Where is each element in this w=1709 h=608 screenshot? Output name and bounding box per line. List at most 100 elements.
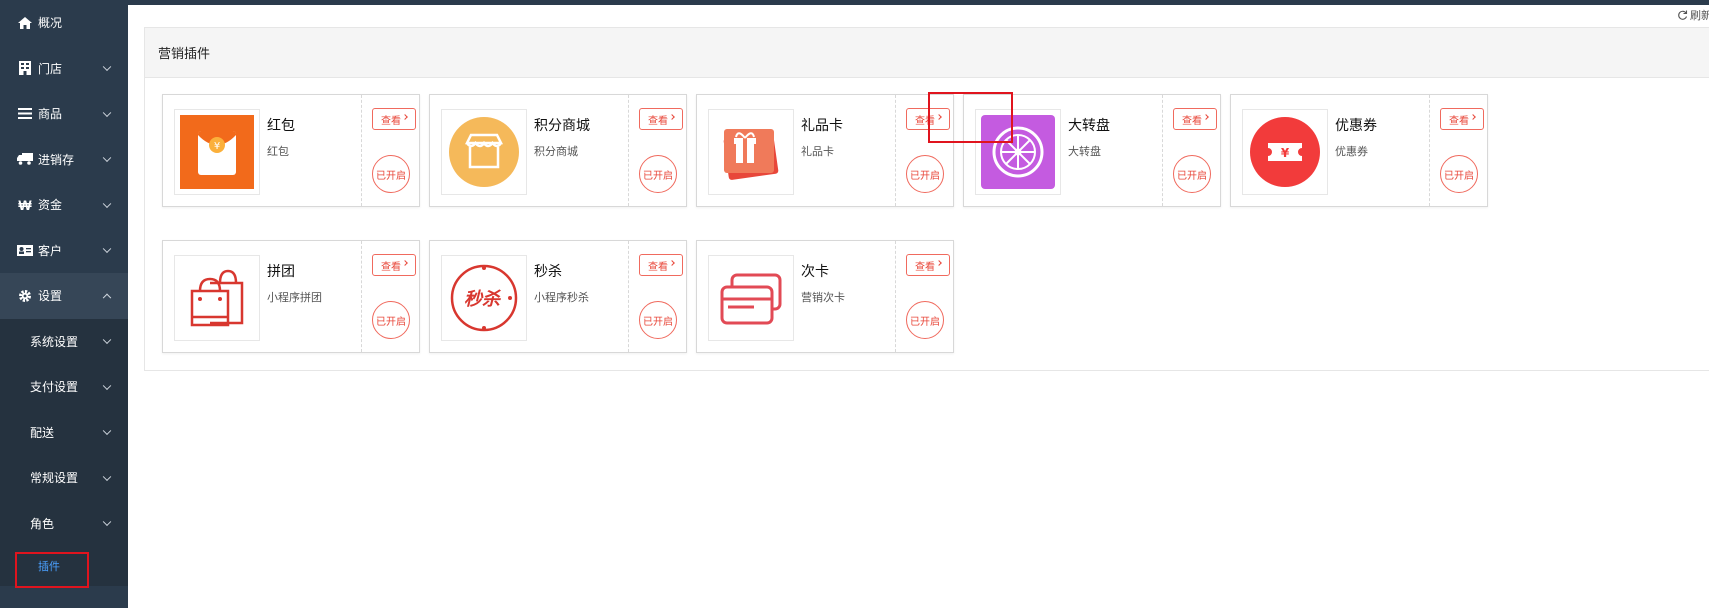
wheel-icon [975,109,1061,195]
sidebar-item-label: 门店 [38,61,63,76]
svg-text:秒杀: 秒杀 [464,289,501,310]
top-bar [128,0,1709,5]
sidebar-item-store[interactable]: 门店 [0,46,128,92]
sidebar-item-label: 资金 [38,198,63,213]
chevron-right-icon [1203,114,1209,120]
view-button[interactable]: 查看 [639,254,683,276]
id-card-icon [16,244,34,256]
refresh-icon [1677,10,1688,21]
chevron-right-icon [936,260,942,266]
status-enabled-button[interactable]: 已开启 [639,301,677,339]
chevron-down-icon [102,244,112,254]
shopping-bag-icon [174,255,260,341]
sidebar-item-roles[interactable]: 角色 [0,501,128,547]
red-envelope-icon: ¥ [174,109,260,195]
plugin-card-seckill: 秒杀 秒杀 小程序秒杀 查看 已开启 [429,240,687,353]
sidebar-item-delivery[interactable]: 配送 [0,410,128,456]
sidebar: 概况 门店 商品 进销存 ₩ 资金 客户 设置 系统设置 支付设置 配送 常规设… [0,0,128,608]
plugin-desc: 营销次卡 [801,292,845,304]
chevron-down-icon [102,108,112,117]
view-button[interactable]: 查看 [372,254,416,276]
plugin-desc: 红包 [267,146,289,158]
plugin-name: 大转盘 [1068,117,1110,133]
list-icon [16,108,34,120]
sidebar-item-products[interactable]: 商品 [0,91,128,137]
sidebar-item-label: 客户 [38,243,63,258]
card-icon [708,255,794,341]
sidebar-item-settings[interactable]: 设置 [0,273,128,319]
chevron-down-icon [102,472,112,481]
view-button[interactable]: 查看 [906,254,950,276]
view-button[interactable]: 查看 [1173,108,1217,130]
divider [361,241,362,352]
plugin-name: 积分商城 [534,117,590,133]
sidebar-item-label: 插件 [38,561,60,573]
plugin-desc: 小程序秒杀 [534,292,589,304]
chevron-down-icon [102,426,112,436]
plugin-desc: 礼品卡 [801,146,834,158]
sidebar-item-plugins[interactable]: 插件 [0,546,128,586]
plugin-desc: 小程序拼团 [267,292,322,304]
status-enabled-button[interactable]: 已开启 [906,301,944,339]
plugin-card-coupon: ¥ 优惠券 优惠券 查看 已开启 [1230,94,1488,207]
marketing-plugins-panel: 营销插件 ¥ 红包 红包 查看 已开启 积分商城 积分商城 查看 已开启 礼品卡… [144,27,1709,371]
divider [1429,95,1430,206]
status-enabled-button[interactable]: 已开启 [1440,155,1478,193]
chevron-right-icon [1470,114,1476,120]
sidebar-item-overview[interactable]: 概况 [0,0,128,46]
plugin-name: 礼品卡 [801,117,843,133]
status-enabled-button[interactable]: 已开启 [372,301,410,339]
status-enabled-button[interactable]: 已开启 [1173,155,1211,193]
building-icon [16,61,34,76]
sidebar-item-general-settings[interactable]: 常规设置 [0,455,128,501]
chevron-right-icon [402,114,408,120]
divider [895,95,896,206]
plugin-card-gift-card: 礼品卡 礼品卡 查看 已开启 [696,94,954,207]
plugin-card-times-card: 次卡 营销次卡 查看 已开启 [696,240,954,353]
plugin-card-red-envelope: ¥ 红包 红包 查看 已开启 [162,94,420,207]
status-enabled-button[interactable]: 已开启 [372,155,410,193]
refresh-button[interactable]: 刷新 [1677,7,1709,23]
view-button[interactable]: 查看 [639,108,683,130]
chevron-down-icon [102,199,112,208]
view-button[interactable]: 查看 [372,108,416,130]
sidebar-item-label: 系统设置 [30,334,79,349]
plugin-name: 红包 [267,117,295,133]
sidebar-item-label: 常规设置 [30,471,79,486]
sidebar-item-label: 商品 [38,107,63,122]
sidebar-item-label: 支付设置 [30,380,79,395]
chevron-down-icon [102,517,112,527]
divider [1162,95,1163,206]
divider [628,95,629,206]
plugin-name: 次卡 [801,263,829,279]
plugin-name: 拼团 [267,263,295,279]
won-icon: ₩ [18,196,32,213]
refresh-label: 刷新 [1690,10,1709,22]
coupon-icon: ¥ [1242,109,1328,195]
plugin-desc: 大转盘 [1068,146,1101,158]
shop-icon [441,109,527,195]
sidebar-item-payment-settings[interactable]: 支付设置 [0,364,128,410]
svg-text:¥: ¥ [214,141,220,152]
view-button[interactable]: 查看 [1440,108,1484,130]
status-enabled-button[interactable]: 已开启 [906,155,944,193]
panel-header: 营销插件 [145,28,1709,78]
divider [361,95,362,206]
divider [628,241,629,352]
sidebar-item-inventory[interactable]: 进销存 [0,137,128,183]
sidebar-item-label: 进销存 [38,152,75,167]
settings-submenu: 系统设置 支付设置 配送 常规设置 角色 插件 [0,318,128,586]
plugin-desc: 积分商城 [534,146,578,158]
sidebar-item-label: 概况 [38,16,63,31]
status-enabled-button[interactable]: 已开启 [639,155,677,193]
panel-title: 营销插件 [158,46,211,61]
sidebar-item-customers[interactable]: 客户 [0,228,128,274]
sidebar-item-label: 角色 [30,516,55,531]
plugin-card-points-mall: 积分商城 积分商城 查看 已开启 [429,94,687,207]
plugin-card-big-wheel: 大转盘 大转盘 查看 已开启 [963,94,1221,207]
sidebar-item-funds[interactable]: ₩ 资金 [0,182,128,228]
view-button[interactable]: 查看 [906,108,950,130]
chevron-right-icon [669,260,675,266]
divider [895,241,896,352]
sidebar-item-system-settings[interactable]: 系统设置 [0,319,128,365]
